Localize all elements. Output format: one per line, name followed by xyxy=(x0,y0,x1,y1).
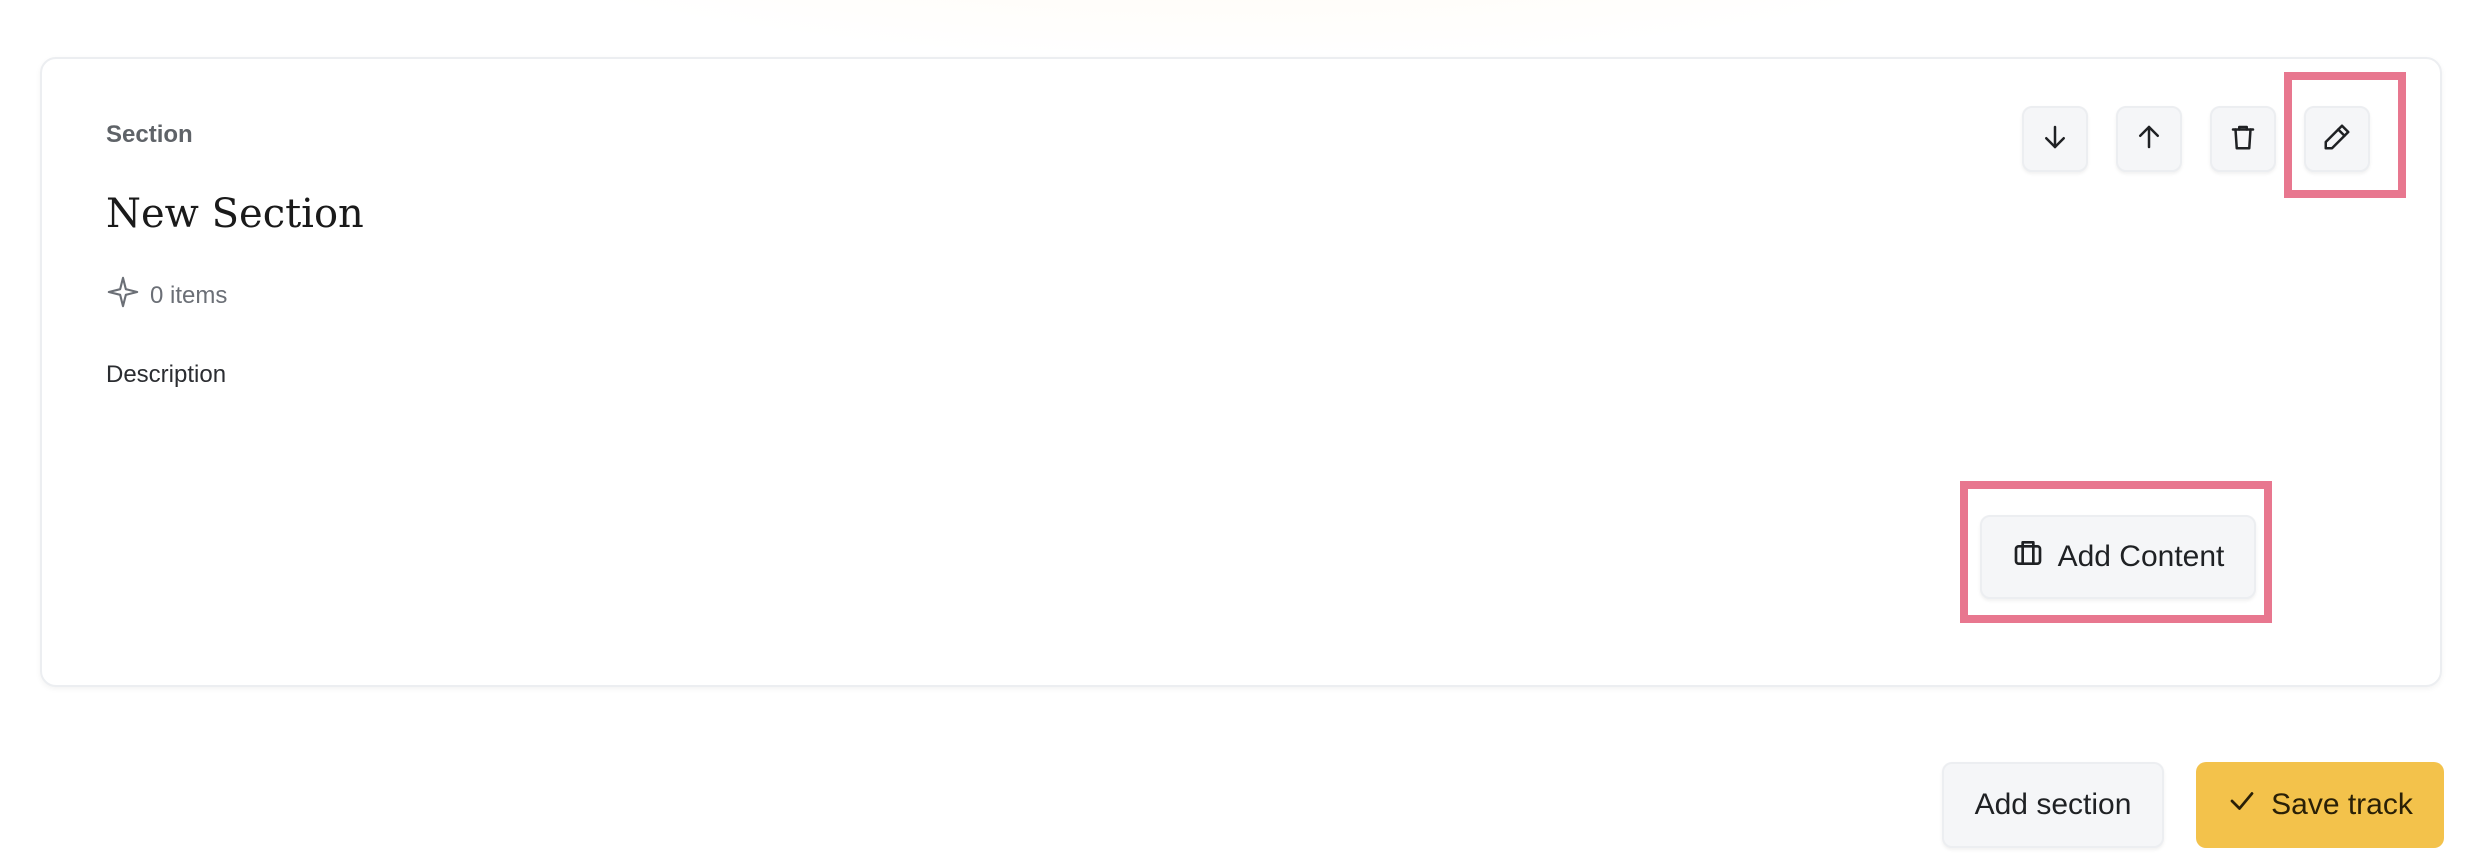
move-up-button[interactable] xyxy=(2116,106,2182,172)
section-card: Section New Section 0 items Description xyxy=(40,57,2442,687)
pencil-icon xyxy=(2322,122,2352,157)
arrow-up-icon xyxy=(2134,122,2164,157)
item-count: 0 items xyxy=(106,275,227,316)
move-down-button[interactable] xyxy=(2022,106,2088,172)
item-count-label: 0 items xyxy=(150,281,228,309)
add-content-button[interactable]: Add Content xyxy=(1980,515,2256,599)
description-label: Description xyxy=(106,361,227,388)
trash-icon xyxy=(2228,122,2258,157)
save-track-button[interactable]: Save track xyxy=(2196,762,2444,848)
check-icon xyxy=(2227,786,2257,824)
section-eyebrow: Section xyxy=(106,121,193,148)
add-content-label: Add Content xyxy=(2057,540,2225,573)
section-title: New Section xyxy=(106,191,364,237)
background-glow xyxy=(380,0,2100,50)
delete-section-button[interactable] xyxy=(2210,106,2276,172)
briefcase-icon xyxy=(2012,537,2044,577)
page: Section New Section 0 items Description xyxy=(0,0,2480,864)
sparkle-icon xyxy=(106,275,140,316)
edit-section-button[interactable] xyxy=(2304,106,2370,172)
arrow-down-icon xyxy=(2040,122,2070,157)
save-track-label: Save track xyxy=(2271,788,2413,821)
add-section-button[interactable]: Add section xyxy=(1942,762,2164,848)
